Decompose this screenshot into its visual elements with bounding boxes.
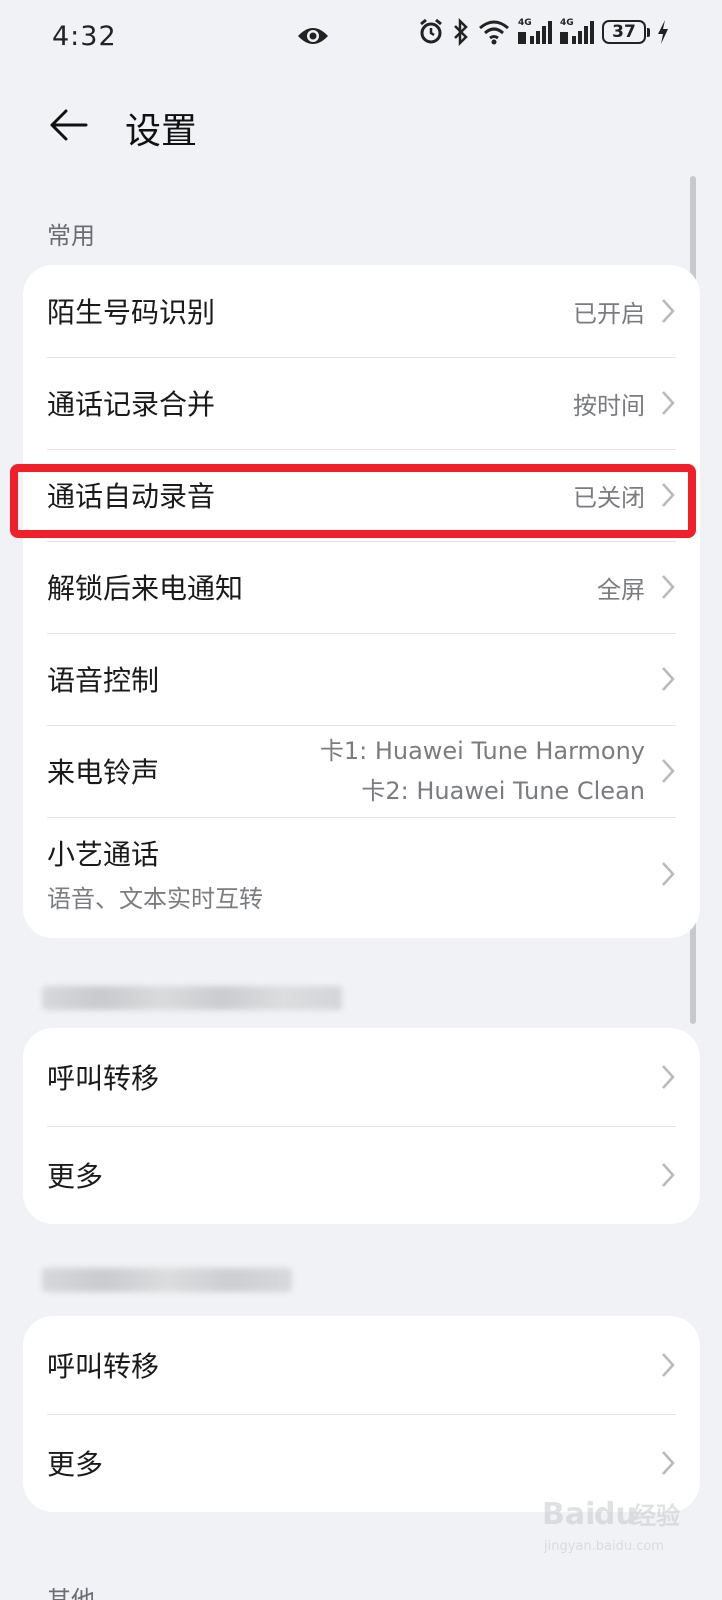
setting-label: 小艺通话 <box>47 838 160 871</box>
back-arrow-icon <box>50 109 88 141</box>
setting-value: 已开启 <box>573 299 645 328</box>
alarm-icon <box>420 18 442 44</box>
chevron-right-icon <box>662 861 675 886</box>
setting-subtitle: 语音、文本实时互转 <box>47 885 263 913</box>
setting-ringtone[interactable]: 来电铃声 卡1: Huawei Tune Harmony 卡2: Huawei … <box>23 725 700 817</box>
chevron-right-icon <box>662 1451 675 1475</box>
settings-card-sim1: 呼叫转移 更多 <box>23 1028 700 1224</box>
setting-call-forwarding-sim2[interactable]: 呼叫转移 <box>23 1316 700 1414</box>
settings-card-sim2: 呼叫转移 更多 <box>23 1316 700 1512</box>
setting-label: 呼叫转移 <box>47 1350 160 1383</box>
setting-incoming-call-notification[interactable]: 解锁后来电通知 全屏 <box>23 541 700 633</box>
setting-label: 更多 <box>47 1448 104 1481</box>
setting-text: 小艺通话 语音、文本实时互转 <box>47 833 645 914</box>
wifi-icon <box>479 20 509 45</box>
ringtone-sim2: 卡2: Huawei Tune Clean <box>361 777 645 805</box>
setting-label: 呼叫转移 <box>47 1062 160 1095</box>
watermark-text-bai: Bai <box>542 1497 595 1532</box>
signal-icon <box>518 21 552 44</box>
back-button[interactable] <box>40 100 96 150</box>
bluetooth-icon <box>454 18 468 46</box>
signal-sim2: 4G <box>560 18 594 46</box>
baidu-jingyan-watermark: Bai du 经验 jingyan.baidu.com <box>542 1497 680 1554</box>
chevron-right-icon <box>662 759 675 783</box>
setting-auto-call-recording[interactable]: 通话自动录音 已关闭 <box>23 449 700 541</box>
setting-label: 语音控制 <box>47 664 160 697</box>
page-title: 设置 <box>125 111 198 152</box>
settings-card-common: 陌生号码识别 已开启 通话记录合并 按时间 通话自动录音 已关闭 解锁后来电通知… <box>23 265 700 938</box>
setting-value: 按时间 <box>573 391 645 420</box>
setting-label: 解锁后来电通知 <box>47 572 244 605</box>
section-title-other: 其他 <box>47 1586 95 1600</box>
watermark-url: jingyan.baidu.com <box>543 1539 664 1554</box>
chevron-right-icon <box>662 1065 675 1089</box>
status-time: 4:32 <box>52 20 117 52</box>
setting-label: 通话记录合并 <box>47 388 216 421</box>
section-title-common: 常用 <box>47 222 95 250</box>
battery-indicator: 37 <box>602 20 650 44</box>
chevron-right-icon <box>662 483 675 507</box>
setting-call-log-merge[interactable]: 通话记录合并 按时间 <box>23 357 700 449</box>
setting-call-forwarding-sim1[interactable]: 呼叫转移 <box>23 1028 700 1126</box>
signal-icon <box>560 21 594 44</box>
signal-sim1: 4G <box>518 18 552 46</box>
setting-voice-control[interactable]: 语音控制 <box>23 633 700 725</box>
setting-more-sim1[interactable]: 更多 <box>23 1126 700 1224</box>
chevron-right-icon <box>662 575 675 599</box>
setting-value: 卡1: Huawei Tune Harmony 卡2: Huawei Tune … <box>320 731 645 811</box>
chevron-right-icon <box>662 1353 675 1377</box>
chevron-right-icon <box>662 391 675 415</box>
setting-value: 全屏 <box>597 575 645 604</box>
ringtone-sim1: 卡1: Huawei Tune Harmony <box>319 737 645 765</box>
setting-label: 通话自动录音 <box>47 480 216 513</box>
chevron-right-icon <box>662 667 675 691</box>
status-icons: 4G 4G 37 <box>418 18 670 46</box>
setting-label: 陌生号码识别 <box>47 296 216 329</box>
charging-icon <box>658 20 668 44</box>
setting-value: 已关闭 <box>573 483 645 512</box>
setting-xiaoyi-call[interactable]: 小艺通话 语音、文本实时互转 <box>23 817 700 930</box>
chevron-right-icon <box>662 299 675 323</box>
watermark-text-jingyan: 经验 <box>632 1502 680 1530</box>
eye-icon <box>298 28 328 44</box>
setting-unknown-number-id[interactable]: 陌生号码识别 已开启 <box>23 265 700 357</box>
header: 设置 <box>0 90 722 160</box>
setting-label: 更多 <box>47 1160 104 1193</box>
setting-label: 来电铃声 <box>47 756 160 789</box>
watermark-text-du: du <box>594 1497 637 1532</box>
chevron-right-icon <box>662 1163 675 1187</box>
